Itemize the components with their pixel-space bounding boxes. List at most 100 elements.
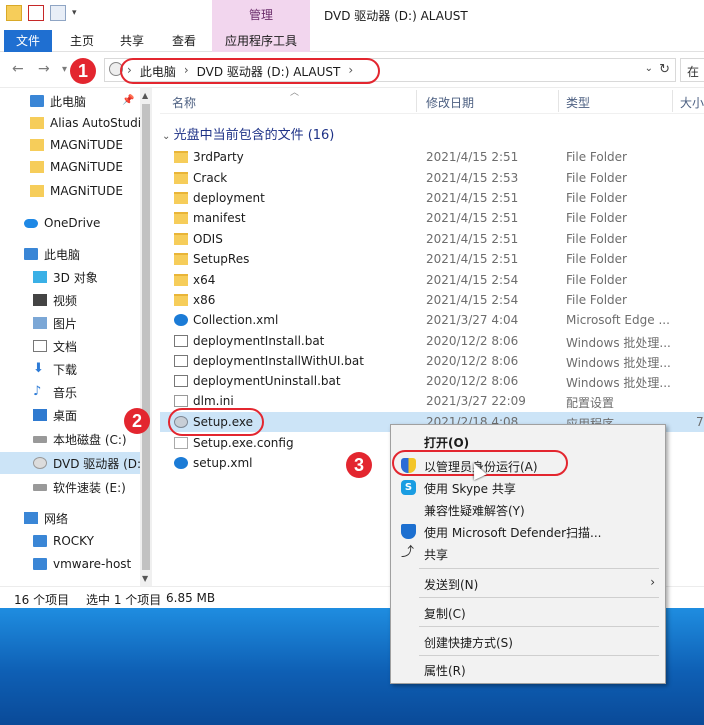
table-row[interactable]: ODIS 2021/4/15 2:51 File Folder [160,229,704,249]
sidebar-item-label: vmware-host [53,557,132,571]
menu-item-skype-share[interactable]: S 使用 Skype 共享 [391,475,665,499]
tab-application-tools[interactable]: 应用程序工具 [212,30,310,52]
sidebar-item-label: MAGNiTUDE [50,184,123,198]
sidebar-item-rocky[interactable]: ROCKY [33,530,173,552]
sidebar-item-3d-objects[interactable]: 3D 对象 [33,266,173,288]
sidebar-item-videos[interactable]: 视频 [33,289,173,311]
scroll-up-icon[interactable]: ▲ [142,91,148,100]
group-header[interactable]: ⌄ 光盘中当前包含的文件 (16) [162,124,334,143]
back-arrow-icon[interactable]: ← [12,61,24,77]
menu-item-defender-scan[interactable]: 使用 Microsoft Defender扫描... [391,519,665,543]
menu-item-label: 使用 Microsoft Defender扫描... [424,526,602,540]
column-divider[interactable] [672,90,673,112]
document-icon [33,340,47,352]
menu-item-label: 复制(C) [424,607,466,621]
table-row[interactable]: deployment 2021/4/15 2:51 File Folder [160,188,704,208]
folder-icon[interactable] [6,5,22,21]
column-divider[interactable] [416,90,417,112]
column-header-date[interactable]: 修改日期 [426,94,474,111]
table-row[interactable]: 3rdParty 2021/4/15 2:51 File Folder [160,147,704,167]
column-header-type[interactable]: 类型 [566,94,590,111]
navigation-pane: 此电脑 📌 Alias AutoStudi MAGNiTUDE MAGNiTUD… [0,88,152,586]
menu-item-compatibility[interactable]: 兼容性疑难解答(Y) [391,497,665,521]
table-row[interactable]: Collection.xml 2021/3/27 4:04 Microsoft … [160,310,704,330]
menu-item-copy[interactable]: 复制(C) [391,600,665,624]
menu-item-properties[interactable]: 属性(R) [391,657,665,681]
defender-icon [401,524,416,539]
computer-icon [30,95,44,107]
column-header-size[interactable]: 大小 [680,94,704,111]
file-date: 2021/4/15 2:54 [426,293,519,307]
scroll-down-icon[interactable]: ▼ [142,574,148,583]
recent-locations-icon[interactable]: ▾ [62,64,67,75]
refresh-icon[interactable]: ↻ [659,62,670,77]
file-date: 2020/12/2 8:06 [426,334,519,348]
sidebar-item-pictures[interactable]: 图片 [33,312,173,334]
sidebar-item-desktop[interactable]: 桌面 [33,404,173,426]
step-badge-1: 1 [70,58,96,84]
sidebar-item-label: OneDrive [44,216,101,230]
menu-item-label: 属性(R) [424,664,466,678]
menu-item-share[interactable]: ⤴ 共享 [391,541,665,565]
tab-share[interactable]: 共享 [112,30,152,52]
title-bar: ▾ 管理 DVD 驱动器 (D:) ALAUST [0,0,704,30]
file-date: 2021/4/15 2:51 [426,211,519,225]
table-row[interactable]: deploymentInstall.bat 2020/12/2 8:06 Win… [160,331,704,351]
sidebar-item-label: 本地磁盘 (C:) [53,432,127,447]
table-row[interactable]: Crack 2021/4/15 2:53 File Folder [160,168,704,188]
ribbon-tabs: 文件 主页 共享 查看 应用程序工具 [0,30,704,52]
menu-item-send-to[interactable]: 发送到(N) › [391,571,665,595]
file-type: 配置设置 [566,396,615,410]
drive-icon [33,483,47,491]
menu-item-create-shortcut[interactable]: 创建快捷方式(S) [391,629,665,653]
sidebar-item-label: DVD 驱动器 (D: [53,456,140,471]
file-name: Crack [193,171,228,185]
sidebar-item-label: Alias AutoStudi [50,116,142,130]
column-header-name[interactable]: 名称 [172,94,196,111]
sidebar-item-local-disk-c[interactable]: 本地磁盘 (C:) [33,428,173,450]
file-type: File Folder [566,252,627,266]
pin-icon[interactable]: 📌 [122,95,134,106]
sidebar-item-label: 音乐 [53,385,78,400]
sidebar-item-label: 桌面 [53,408,78,423]
sidebar-item-vmware-host[interactable]: vmware-host [33,553,173,575]
folder-icon [174,212,188,224]
sidebar-item-software-e[interactable]: 软件速装 (E:) [33,476,173,498]
tab-home[interactable]: 主页 [62,30,102,52]
dvd-icon [33,457,47,469]
table-row[interactable]: x86 2021/4/15 2:54 File Folder [160,290,704,310]
table-row[interactable]: SetupRes 2021/4/15 2:51 File Folder [160,249,704,269]
table-row[interactable]: x64 2021/4/15 2:54 File Folder [160,270,704,290]
file-date: 2021/4/15 2:51 [426,150,519,164]
sidebar-scrollbar[interactable]: ▲ ▼ [140,88,152,586]
table-row[interactable]: deploymentInstallWithUI.bat 2020/12/2 8:… [160,351,704,371]
sidebar-item-music[interactable]: ♪ 音乐 [33,381,173,403]
tab-file[interactable]: 文件 [4,30,52,52]
file-name: x64 [193,273,216,287]
sidebar-item-documents[interactable]: 文档 [33,335,173,357]
new-folder-icon[interactable] [50,5,66,21]
table-row[interactable]: manifest 2021/4/15 2:51 File Folder [160,208,704,228]
scrollbar-thumb[interactable] [142,104,150,570]
search-input[interactable]: 在 [680,58,704,82]
table-row[interactable]: deploymentUninstall.bat 2020/12/2 8:06 W… [160,371,704,391]
file-name: Setup.exe.config [193,436,294,450]
menu-separator [419,597,659,598]
address-dropdown-icon[interactable]: ⌄ [645,63,653,74]
properties-icon[interactable] [28,5,44,21]
customize-toolbar-icon[interactable]: ▾ [72,8,77,18]
file-type: Windows 批处理... [566,376,671,390]
file-name: deploymentInstallWithUI.bat [193,354,364,368]
sidebar-item-dvd-drive[interactable]: DVD 驱动器 (D: [0,452,140,474]
chevron-down-icon[interactable]: ⌄ [162,131,174,142]
network-icon [24,512,38,524]
menu-item-label: 打开(O) [424,436,470,450]
file-date: 2021/4/15 2:51 [426,232,519,246]
folder-icon [174,253,188,265]
sidebar-item-label: 视频 [53,293,78,308]
sidebar-item-downloads[interactable]: ⬇ 下载 [33,358,173,380]
forward-arrow-icon[interactable]: → [38,61,50,77]
column-divider[interactable] [558,90,559,112]
file-name: SetupRes [193,252,250,266]
tab-view[interactable]: 查看 [164,30,204,52]
